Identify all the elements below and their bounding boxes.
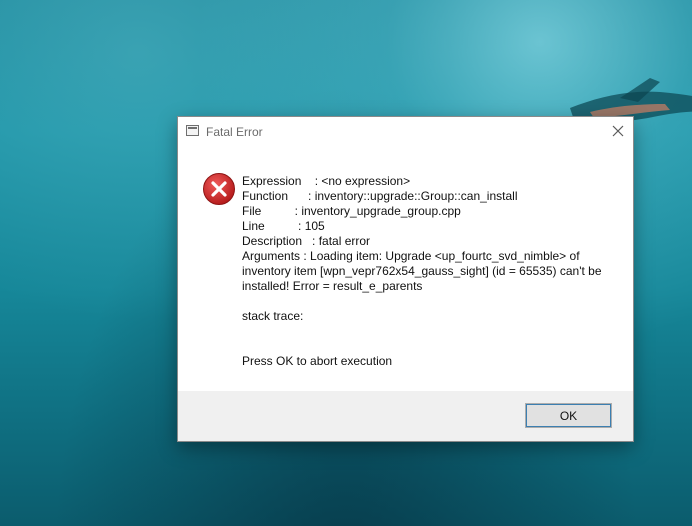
dialog-footer: OK — [178, 391, 633, 441]
abort-prompt: Press OK to abort execution — [242, 354, 393, 368]
close-icon — [612, 125, 624, 137]
message-line-function: Function : inventory::upgrade::Group::ca… — [242, 189, 518, 203]
message-line-expression: Expression : <no expression> — [242, 174, 411, 188]
fatal-error-dialog: Fatal Error Expression : <no expression>… — [177, 116, 634, 442]
dialog-title: Fatal Error — [206, 125, 263, 139]
error-message: Expression : <no expression> Function : … — [242, 174, 604, 369]
message-line-file: File : inventory_upgrade_group.cpp — [242, 204, 461, 218]
ok-button[interactable]: OK — [525, 403, 612, 428]
message-line-arguments: Arguments : Loading item: Upgrade <up_fo… — [242, 249, 602, 293]
message-line-description: Description : fatal error — [242, 234, 371, 248]
stack-trace-label: stack trace: — [242, 309, 304, 323]
dialog-titlebar: Fatal Error — [178, 117, 633, 147]
app-window-icon — [186, 125, 199, 136]
close-button[interactable] — [609, 122, 627, 140]
error-icon — [203, 173, 235, 205]
message-line-line: Line : 105 — [242, 219, 325, 233]
